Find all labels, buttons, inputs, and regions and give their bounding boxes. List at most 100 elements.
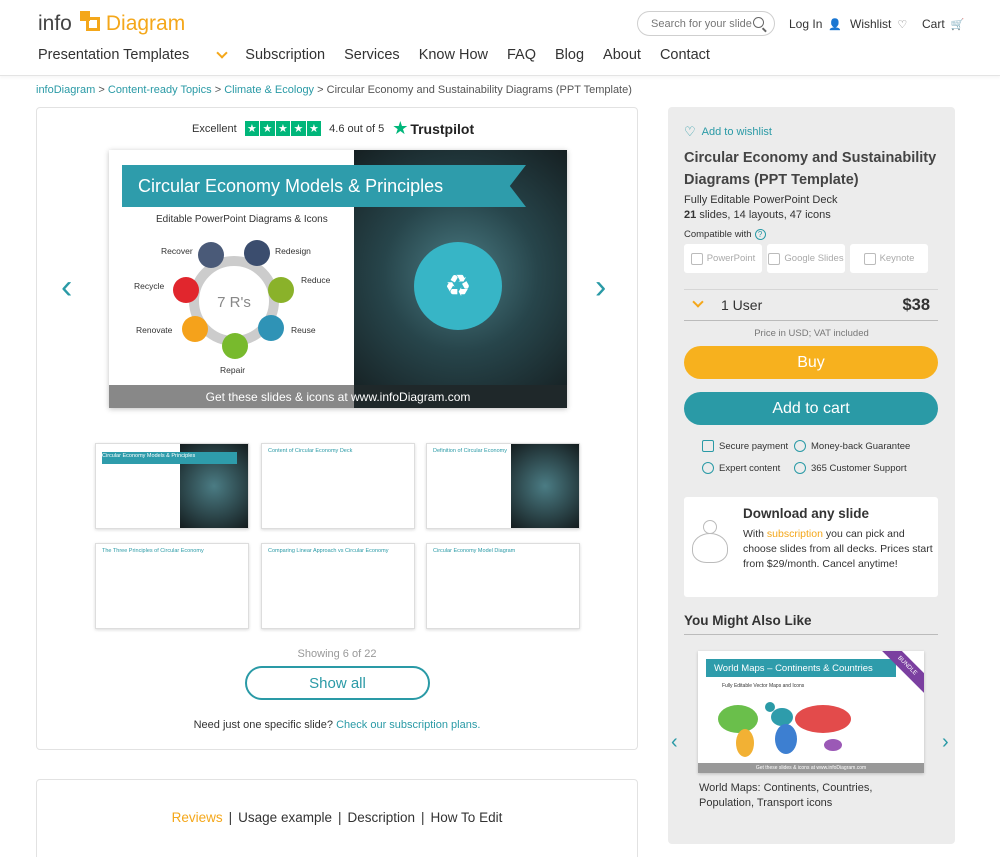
star-icon: ★ xyxy=(260,121,275,136)
feature-label: Money-back Guarantee xyxy=(811,440,911,452)
thumb-title: Circular Economy Models & Principles xyxy=(102,453,196,459)
prompt-text: Need just one specific slide? xyxy=(193,719,334,731)
logo-mark-icon xyxy=(76,11,102,37)
search-input[interactable]: Search for your slide xyxy=(637,11,775,36)
support-icon xyxy=(794,462,806,474)
nav-faq[interactable]: FAQ xyxy=(507,47,536,63)
subscription-plans-link[interactable]: Check our subscription plans. xyxy=(336,719,480,731)
label-reduce: Reduce xyxy=(301,275,331,285)
breadcrumb-home[interactable]: infoDiagram xyxy=(36,84,95,96)
wishlist-label: Add to wishlist xyxy=(701,126,772,138)
trustpilot-logo: ★ Trustpilot xyxy=(392,118,474,139)
thumbnail[interactable]: The Three Principles of Circular Economy xyxy=(95,543,249,629)
compatibility: Compatible with ? xyxy=(684,229,766,240)
slide-count: 21 xyxy=(684,209,697,221)
add-to-wishlist-link[interactable]: ♡ Add to wishlist xyxy=(684,124,772,140)
tab-reviews[interactable]: Reviews xyxy=(172,810,223,825)
trustpilot-star-icon: ★ xyxy=(392,118,409,138)
hero-slide-image[interactable]: 7 R's Recover Redesign Reduce Reuse Repa… xyxy=(109,150,567,408)
license-selector[interactable]: 1 User $38 xyxy=(684,289,938,321)
product-title: Circular Economy and Sustainability Diag… xyxy=(684,150,937,188)
app-label: PowerPoint xyxy=(706,253,756,264)
star-icon: ★ xyxy=(306,121,322,136)
user-icon: 👤 xyxy=(828,18,843,31)
vat-note: Price in USD; VAT included xyxy=(754,328,869,339)
feature-label: Secure payment xyxy=(719,440,789,452)
feature-support: 365 Customer Support xyxy=(794,462,907,474)
recommended-item-title[interactable]: World Maps: Continents, Countries, Popul… xyxy=(699,781,889,811)
label-recycle: Recycle xyxy=(134,281,165,291)
nav-subscription[interactable]: Subscription xyxy=(245,47,325,63)
download-any-slide-box: Download any slide With subscription you… xyxy=(684,497,938,597)
tab-separator: | xyxy=(228,810,233,825)
breadcrumb-topics[interactable]: Content-ready Topics xyxy=(108,84,212,96)
details-tabs: Reviews | Usage example | Description | … xyxy=(37,810,637,825)
recycle-dollar-icon: ♻ xyxy=(414,242,502,330)
site-logo[interactable]: info Diagram xyxy=(38,10,185,38)
login-label: Log In xyxy=(789,17,823,31)
logo-info-text: info xyxy=(38,12,72,35)
recommended-thumbnail[interactable]: World Maps – Continents & Countries Full… xyxy=(698,651,924,773)
app-label: Keynote xyxy=(879,253,915,264)
tab-usage-example[interactable]: Usage example xyxy=(238,810,332,825)
hero-footer-text: Get these slides & icons at www.infoDiag… xyxy=(205,389,471,404)
seven-rs-center: 7 R's xyxy=(217,294,251,311)
search-icon[interactable] xyxy=(753,17,764,28)
world-map-icon xyxy=(718,702,851,757)
carousel-prev-arrow-icon[interactable]: ‹ xyxy=(671,731,678,754)
search-placeholder: Search for your slide xyxy=(651,17,752,30)
nav-services[interactable]: Services xyxy=(344,47,400,63)
app-powerpoint: PowerPoint xyxy=(684,244,762,273)
nav-blog[interactable]: Blog xyxy=(555,47,584,63)
nav-know-how[interactable]: Know How xyxy=(419,47,488,63)
main-nav: Presentation Templates Subscription Serv… xyxy=(38,47,729,63)
star-icon: ★ xyxy=(291,121,306,136)
breadcrumb: infoDiagram > Content-ready Topics > Cli… xyxy=(36,84,632,96)
wishlist-link[interactable]: Wishlist ♡ xyxy=(850,17,907,31)
counts-rest: slides, 14 layouts, 47 icons xyxy=(699,209,831,221)
star-icon: ★ xyxy=(244,121,260,136)
gallery-next-arrow-icon[interactable]: › xyxy=(595,268,606,307)
nav-contact[interactable]: Contact xyxy=(660,47,710,63)
thumbnail[interactable]: Definition of Circular Economy xyxy=(426,443,580,529)
google-slides-icon xyxy=(768,252,781,265)
tab-how-to-edit[interactable]: How To Edit xyxy=(431,810,503,825)
label-redesign: Redesign xyxy=(275,246,311,256)
breadcrumb-climate[interactable]: Climate & Ecology xyxy=(224,84,314,96)
compatible-apps: PowerPoint Google Slides Keynote xyxy=(684,244,928,273)
show-all-button[interactable]: Show all xyxy=(245,666,430,700)
carousel-next-arrow-icon[interactable]: › xyxy=(942,731,949,754)
thumbnail[interactable]: Circular Economy Model Diagram xyxy=(426,543,580,629)
download-text: With subscription you can pick and choos… xyxy=(743,527,933,572)
credit-card-icon xyxy=(702,440,714,452)
tab-description[interactable]: Description xyxy=(348,810,416,825)
thumbnail[interactable]: Circular Economy Models & Principles xyxy=(95,443,249,529)
label-reuse: Reuse xyxy=(291,325,316,335)
badge-check-icon xyxy=(794,440,806,452)
rec-thumb-footer: Get these slides & icons at www.infoDiag… xyxy=(698,763,924,773)
product-sidebar: ♡ Add to wishlist Circular Economy and S… xyxy=(668,107,955,844)
login-link[interactable]: Log In 👤 xyxy=(789,17,842,31)
label-repair: Repair xyxy=(220,365,245,375)
trustpilot-widget[interactable]: Excellent ★ ★ ★ ★ ★ 4.6 out of 5 ★ Trustpilot xyxy=(192,118,474,139)
buy-button[interactable]: Buy xyxy=(684,346,938,379)
thumbnail[interactable]: Comparing Linear Approach vs Circular Ec… xyxy=(261,543,415,629)
tab-separator: | xyxy=(337,810,342,825)
subscription-link[interactable]: subscription xyxy=(767,528,823,540)
nav-about[interactable]: About xyxy=(603,47,641,63)
breadcrumb-sep: > xyxy=(98,84,105,96)
piggy-bank-icon xyxy=(692,520,728,563)
add-to-cart-button[interactable]: Add to cart xyxy=(684,392,938,425)
details-tabs-panel: Reviews | Usage example | Description | … xyxy=(36,779,638,857)
gallery-prev-arrow-icon[interactable]: ‹ xyxy=(61,268,72,307)
thumb-title: Comparing Linear Approach vs Circular Ec… xyxy=(268,548,389,554)
subscription-prompt: Need just one specific slide? Check our … xyxy=(37,719,637,731)
cart-link[interactable]: Cart 🛒 xyxy=(922,17,964,31)
help-icon[interactable]: ? xyxy=(754,229,766,240)
thumbnail[interactable]: Content of Circular Economy Deck xyxy=(261,443,415,529)
tab-separator: | xyxy=(421,810,425,825)
nav-presentation-templates[interactable]: Presentation Templates xyxy=(38,47,228,63)
product-subtitle: Fully Editable PowerPoint Deck xyxy=(684,194,838,206)
feature-label: 365 Customer Support xyxy=(811,462,907,474)
site-header: info Diagram Search for your slide Log I… xyxy=(0,0,1000,76)
